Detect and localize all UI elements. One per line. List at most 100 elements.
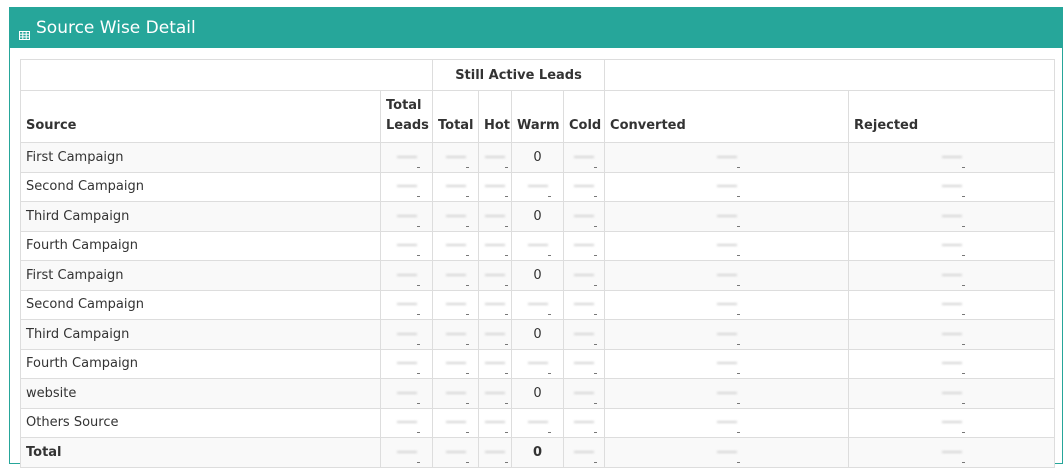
redacted-value-tick <box>961 402 965 404</box>
redacted-value <box>574 209 598 227</box>
redacted-value-blur <box>716 388 737 398</box>
column-header-row: Source Total Leads Total Hot Warm Cold Co… <box>20 90 1056 143</box>
redacted-value-blur <box>941 447 962 457</box>
redacted-value-blur <box>941 329 962 339</box>
redacted-value-blur <box>485 359 505 369</box>
redacted-value-blur <box>716 447 737 457</box>
redacted-value <box>941 327 965 345</box>
redacted-value-tick <box>465 225 469 227</box>
rejected-cell <box>848 348 1056 379</box>
redacted-value-tick <box>416 284 420 286</box>
table-row: Fourth Campaign <box>20 348 1056 379</box>
hot-cell <box>478 142 512 173</box>
converted-cell <box>604 378 850 409</box>
redacted-value <box>396 150 420 168</box>
table-icon <box>19 25 30 40</box>
warm-cell: 0 <box>511 437 564 468</box>
redacted-value <box>445 297 469 316</box>
source-cell: Second Campaign <box>20 171 381 202</box>
redacted-value <box>574 356 598 375</box>
redacted-value-tick <box>736 314 740 316</box>
redacted-value <box>941 386 965 404</box>
total-cell <box>432 319 479 350</box>
cold-cell <box>562 289 606 320</box>
redacted-value-blur <box>941 359 962 369</box>
warm-cell: 0 <box>511 378 564 409</box>
redacted-value-tick <box>594 284 598 286</box>
redacted-value-tick <box>594 432 598 434</box>
redacted-value <box>527 356 551 375</box>
total-leads-cell <box>380 289 433 320</box>
redacted-value-tick <box>505 402 508 404</box>
redacted-value-tick <box>736 343 740 345</box>
redacted-value-blur <box>445 447 466 457</box>
redacted-value <box>941 415 965 434</box>
cold-cell <box>562 171 606 202</box>
redacted-value-blur <box>941 418 962 428</box>
redacted-value <box>485 179 508 198</box>
converted-cell <box>604 142 850 173</box>
redacted-value <box>574 179 598 198</box>
table-row: First Campaign 0 <box>20 260 1056 291</box>
redacted-value-blur <box>574 211 595 221</box>
redacted-value <box>396 445 420 463</box>
converted-cell <box>604 289 850 320</box>
source-cell: Third Campaign <box>20 319 381 350</box>
redacted-value-blur <box>574 359 595 369</box>
col-header-cold: Cold <box>562 90 606 143</box>
redacted-value <box>716 179 740 198</box>
warm-cell <box>511 171 564 202</box>
redacted-value-tick <box>465 402 469 404</box>
table-row: Second Campaign <box>20 289 1056 320</box>
redacted-value <box>716 268 740 286</box>
redacted-value-blur <box>574 182 595 192</box>
redacted-value <box>396 297 420 316</box>
total-cell <box>432 230 479 261</box>
redacted-value-blur <box>485 418 505 428</box>
converted-cell <box>604 319 850 350</box>
redacted-value-blur <box>941 388 962 398</box>
rejected-cell <box>848 289 1056 320</box>
col-header-total: Total <box>432 90 479 143</box>
redacted-value-tick <box>736 166 740 168</box>
redacted-value-tick <box>416 225 420 227</box>
warm-cell: 0 <box>511 319 564 350</box>
warm-cell: 0 <box>511 260 564 291</box>
redacted-value-blur <box>396 388 417 398</box>
total-cell <box>432 437 479 468</box>
redacted-value-tick <box>594 402 598 404</box>
redacted-value-blur <box>716 211 737 221</box>
rejected-cell <box>848 319 1056 350</box>
total-leads-cell <box>380 407 433 438</box>
redacted-value <box>941 209 965 227</box>
redacted-value-blur <box>445 300 466 310</box>
table-row: First Campaign 0 <box>20 142 1056 173</box>
redacted-value-blur <box>396 329 417 339</box>
redacted-value <box>445 356 469 375</box>
redacted-value <box>574 327 598 345</box>
redacted-value-tick <box>961 255 965 257</box>
col-header-source: Source <box>20 90 381 143</box>
converted-cell <box>604 260 850 291</box>
redacted-value-tick <box>594 314 598 316</box>
redacted-value <box>445 209 469 227</box>
rejected-cell <box>848 407 1056 438</box>
total-leads-cell <box>380 142 433 173</box>
redacted-value-tick <box>465 432 469 434</box>
redacted-value-blur <box>485 388 505 398</box>
redacted-value-blur <box>396 359 417 369</box>
redacted-value <box>445 445 469 463</box>
redacted-value-blur <box>485 270 505 280</box>
redacted-value <box>941 238 965 257</box>
total-leads-cell <box>380 171 433 202</box>
panel-body: Still Active Leads Source Total Leads Tot… <box>20 59 1062 468</box>
redacted-value-blur <box>716 329 737 339</box>
redacted-value-tick <box>547 373 551 375</box>
redacted-value-tick <box>547 432 551 434</box>
redacted-value-blur <box>716 270 737 280</box>
redacted-value <box>445 179 469 198</box>
redacted-value <box>716 356 740 375</box>
redacted-value <box>485 445 508 463</box>
redacted-value-blur <box>485 211 505 221</box>
redacted-value <box>941 268 965 286</box>
